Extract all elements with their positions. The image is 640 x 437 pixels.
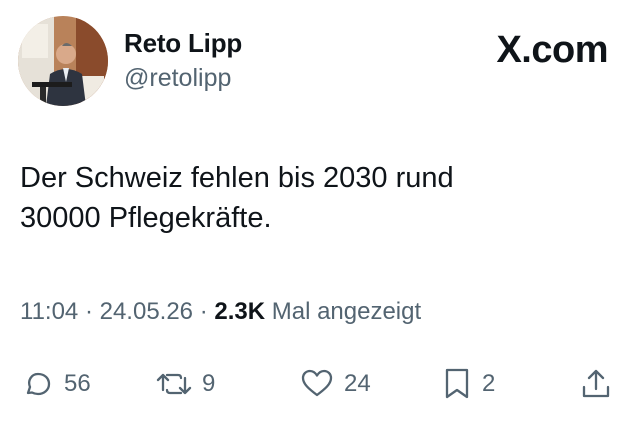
share-button[interactable] — [578, 364, 614, 404]
tweet-date[interactable]: 24.05.26 — [100, 298, 193, 325]
repost-icon — [154, 366, 194, 402]
repost-button[interactable]: 9 — [154, 364, 215, 404]
tweet-text: Der Schweiz fehlen bis 2030 rund 30000 P… — [20, 162, 454, 234]
reply-button[interactable]: 56 — [20, 364, 91, 404]
like-icon — [298, 366, 336, 402]
like-button[interactable]: 24 — [298, 364, 371, 404]
reply-icon — [20, 366, 56, 402]
author-handle[interactable]: @retolipp — [124, 64, 231, 93]
avatar[interactable] — [18, 16, 108, 106]
view-count: 2.3K — [214, 298, 266, 325]
bookmark-count: 2 — [482, 370, 496, 397]
author-name[interactable]: Reto Lipp — [124, 28, 242, 59]
meta-separator: · — [78, 298, 100, 325]
action-bar: 56 9 24 2 — [0, 364, 640, 404]
tweet-meta: 11:04 · 24.05.26 · 2.3K Mal angezeigt — [20, 298, 421, 326]
view-count-label: Mal angezeigt — [265, 298, 422, 325]
bookmark-button[interactable]: 2 — [440, 364, 495, 404]
avatar-photo — [18, 16, 108, 106]
tweet-time[interactable]: 11:04 — [20, 298, 78, 325]
repost-count: 9 — [202, 370, 216, 397]
like-count: 24 — [344, 370, 371, 397]
reply-count: 56 — [64, 370, 91, 397]
bookmark-icon — [440, 366, 474, 402]
meta-separator: · — [193, 298, 215, 325]
brand-logo: X.com — [496, 29, 608, 71]
share-icon — [578, 366, 614, 402]
